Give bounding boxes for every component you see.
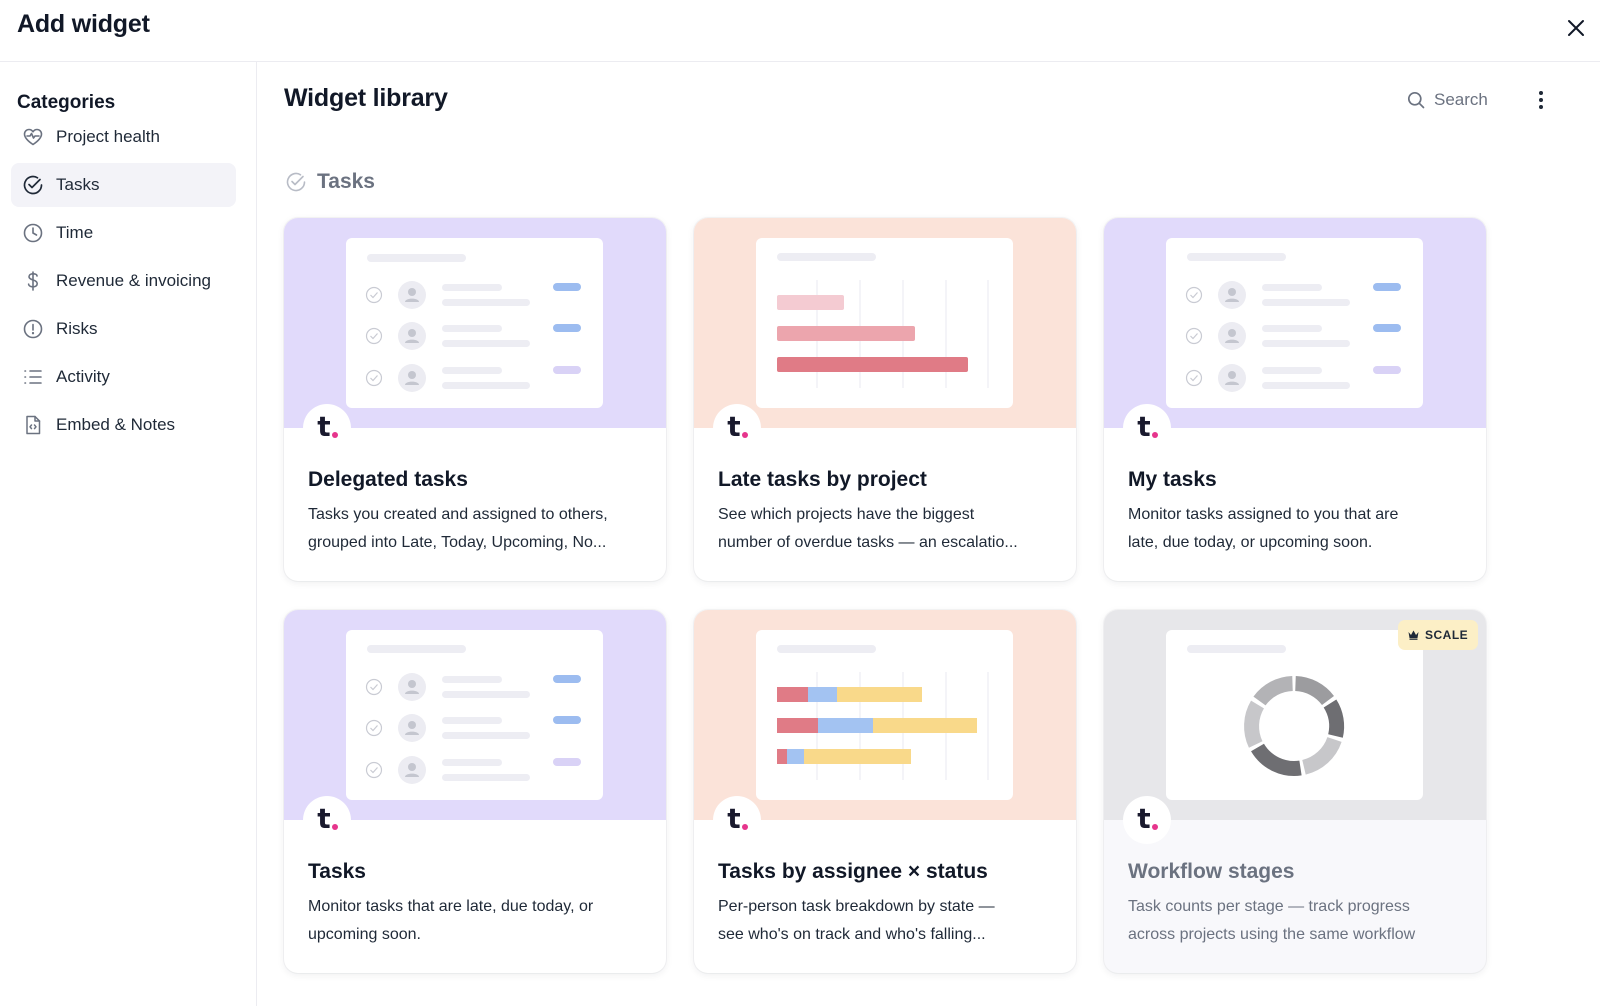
sidebar-item-embed-notes[interactable]: Embed & Notes xyxy=(11,403,236,447)
task-list-preview xyxy=(346,238,603,408)
sidebar-item-risks[interactable]: Risks xyxy=(11,307,236,351)
modal-header: Add widget xyxy=(0,0,1600,62)
brand-logo-icon: t xyxy=(303,404,351,452)
sidebar-item-activity[interactable]: Activity xyxy=(11,355,236,399)
brand-logo-icon: t xyxy=(1123,404,1171,452)
dollar-icon xyxy=(22,270,44,292)
card-description: Monitor tasks assigned to you that are la… xyxy=(1128,506,1399,551)
brand-logo-icon: t xyxy=(303,796,351,844)
card-title: Delegated tasks xyxy=(308,468,468,491)
card-description: Task counts per stage — track progress ac… xyxy=(1128,898,1416,943)
sidebar-item-revenue-invoicing[interactable]: Revenue & invoicing xyxy=(11,259,236,303)
widget-preview xyxy=(1104,218,1486,428)
card-description: Per-person task breakdown by state — see … xyxy=(718,898,995,943)
sidebar-item-label: Time xyxy=(56,223,94,242)
card-description: See which projects have the biggest numbe… xyxy=(718,506,1018,551)
widget-card-late-tasks-by-project[interactable]: t Late tasks by project See which projec… xyxy=(694,218,1076,581)
sidebar-heading: Categories xyxy=(17,92,116,113)
sidebar-item-label: Risks xyxy=(56,319,98,338)
brand-logo-icon: t xyxy=(1123,796,1171,844)
widget-library: Widget library Search Tasks t Delegated … xyxy=(257,62,1600,1006)
task-list-preview xyxy=(1166,238,1423,408)
widget-preview xyxy=(284,218,666,428)
bar-chart-preview xyxy=(756,238,1013,408)
sidebar-item-time[interactable]: Time xyxy=(11,211,236,255)
card-title: Late tasks by project xyxy=(718,468,927,491)
sidebar-item-tasks[interactable]: Tasks xyxy=(11,163,236,207)
widget-card-tasks[interactable]: t Tasks Monitor tasks that are late, due… xyxy=(284,610,666,973)
more-options-button[interactable] xyxy=(1529,86,1553,114)
heart-pulse-icon xyxy=(22,126,44,148)
crown-icon xyxy=(1408,630,1419,640)
stacked-bar-chart-preview xyxy=(756,630,1013,800)
card-title: Workflow stages xyxy=(1128,860,1295,883)
widget-preview xyxy=(694,610,1076,820)
widget-preview xyxy=(694,218,1076,428)
category-list: Project health Tasks Time Revenue & invo… xyxy=(11,115,236,451)
sidebar-item-project-health[interactable]: Project health xyxy=(11,115,236,159)
check-circle-icon xyxy=(22,174,44,196)
close-icon xyxy=(1568,20,1584,36)
card-description: Tasks you created and assigned to others… xyxy=(308,506,608,551)
category-sidebar: Categories Project health Tasks Time Rev… xyxy=(0,62,257,1006)
modal-title: Add widget xyxy=(17,10,150,38)
plan-badge-label: SCALE xyxy=(1425,628,1469,642)
check-circle-icon xyxy=(286,172,306,192)
widget-preview xyxy=(284,610,666,820)
sidebar-item-label: Tasks xyxy=(56,175,100,194)
page-title: Widget library xyxy=(284,84,448,112)
card-title: My tasks xyxy=(1128,468,1217,491)
list-icon xyxy=(22,366,44,388)
search-button[interactable]: Search xyxy=(1407,86,1488,114)
brand-logo-icon: t xyxy=(713,404,761,452)
widget-preview: SCALE xyxy=(1104,610,1486,820)
close-button[interactable] xyxy=(1562,14,1590,42)
task-list-preview xyxy=(346,630,603,800)
sidebar-item-label: Activity xyxy=(56,367,110,386)
section-label: Tasks xyxy=(317,170,375,193)
search-label: Search xyxy=(1434,90,1488,109)
section-header-tasks: Tasks xyxy=(285,167,375,197)
donut-chart-preview xyxy=(1166,630,1423,800)
card-description: Monitor tasks that are late, due today, … xyxy=(308,898,594,943)
widget-card-tasks-by-assignee-status[interactable]: t Tasks by assignee × status Per-person … xyxy=(694,610,1076,973)
more-vertical-icon xyxy=(1539,91,1543,109)
sidebar-item-label: Embed & Notes xyxy=(56,415,176,434)
widget-card-my-tasks[interactable]: t My tasks Monitor tasks assigned to you… xyxy=(1104,218,1486,581)
code-file-icon xyxy=(22,414,44,436)
search-icon xyxy=(1407,91,1425,109)
sidebar-item-label: Project health xyxy=(56,127,160,146)
card-title: Tasks by assignee × status xyxy=(718,860,988,883)
alert-circle-icon xyxy=(22,318,44,340)
card-title: Tasks xyxy=(308,860,366,883)
widget-card-workflow-stages[interactable]: SCALE t Workflow stages Task counts per … xyxy=(1104,610,1486,973)
widget-card-delegated-tasks[interactable]: t Delegated tasks Tasks you created and … xyxy=(284,218,666,581)
clock-icon xyxy=(22,222,44,244)
sidebar-item-label: Revenue & invoicing xyxy=(56,271,211,290)
brand-logo-icon: t xyxy=(713,796,761,844)
plan-badge: SCALE xyxy=(1398,620,1479,650)
